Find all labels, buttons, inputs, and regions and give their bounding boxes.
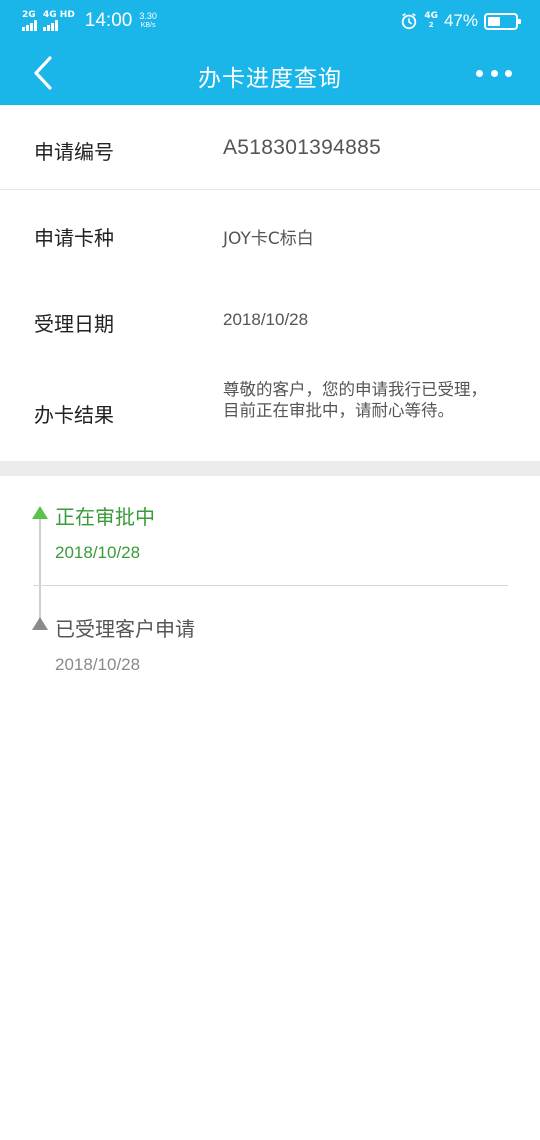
signal-4g-icon: 4G 2 (424, 12, 438, 30)
row-label: 申请卡种 (34, 226, 114, 250)
card-type-row: 申请卡种 JOY卡C标白 (0, 191, 540, 277)
accept-date-value: 2018/10/28 (223, 310, 309, 329)
more-dots-icon (505, 69, 512, 77)
row-label: 申请编号 (34, 140, 114, 164)
signal-2g-icon: 2G (22, 11, 37, 31)
app-header: 2G 4G HD 14:00 3.30 KB/s 4G 2 47% 办卡进度查询 (0, 0, 540, 105)
timeline-step-title: 已受理客户申请 (55, 617, 195, 641)
more-button[interactable] (476, 60, 512, 86)
timeline-step-title: 正在审批中 (55, 505, 155, 529)
more-dots-icon (490, 69, 498, 77)
network-speed: 3.30 KB/s (139, 11, 157, 31)
alarm-icon (402, 13, 417, 30)
timeline-step-date: 2018/10/28 (55, 655, 141, 674)
clock: 14:00 (84, 10, 133, 31)
sim-slot-label: 2 (428, 21, 434, 29)
application-number-row: 申请编号 A518301394885 (0, 105, 540, 190)
result-value: 尊敬的客户，您的申请我行已受理，目前正在审批中，请耐心等待。 (223, 380, 487, 420)
accept-date-row: 受理日期 2018/10/28 (0, 277, 540, 363)
speed-unit: KB/s (140, 22, 156, 29)
status-bar: 2G 4G HD 14:00 3.30 KB/s 4G 2 47% (0, 0, 540, 42)
more-dots-icon (476, 69, 483, 77)
speed-value: 3.30 (139, 11, 157, 21)
signal-4g-icon: 4G HD (43, 11, 75, 31)
title-bar: 办卡进度查询 (0, 42, 540, 105)
timeline-line (39, 516, 41, 620)
battery-icon (484, 12, 521, 30)
row-label: 受理日期 (34, 312, 114, 336)
battery-percent: 47% (443, 11, 478, 30)
timeline-marker-icon (32, 617, 48, 630)
card-type-value: JOY卡C标白 (223, 229, 314, 249)
network-type-label: 4G (424, 11, 438, 21)
application-number-value: A518301394885 (223, 136, 382, 159)
timeline-step-date: 2018/10/28 (55, 543, 141, 562)
row-label: 办卡结果 (34, 403, 114, 427)
section-divider (0, 461, 540, 476)
page-title: 办卡进度查询 (198, 66, 342, 92)
result-row: 办卡结果 尊敬的客户，您的申请我行已受理，目前正在审批中，请耐心等待。 (0, 363, 540, 461)
timeline-active-marker-icon (32, 506, 48, 519)
network-type-label: 4G HD (43, 10, 75, 20)
timeline-divider (33, 585, 508, 586)
network-type-label: 2G (22, 10, 36, 20)
